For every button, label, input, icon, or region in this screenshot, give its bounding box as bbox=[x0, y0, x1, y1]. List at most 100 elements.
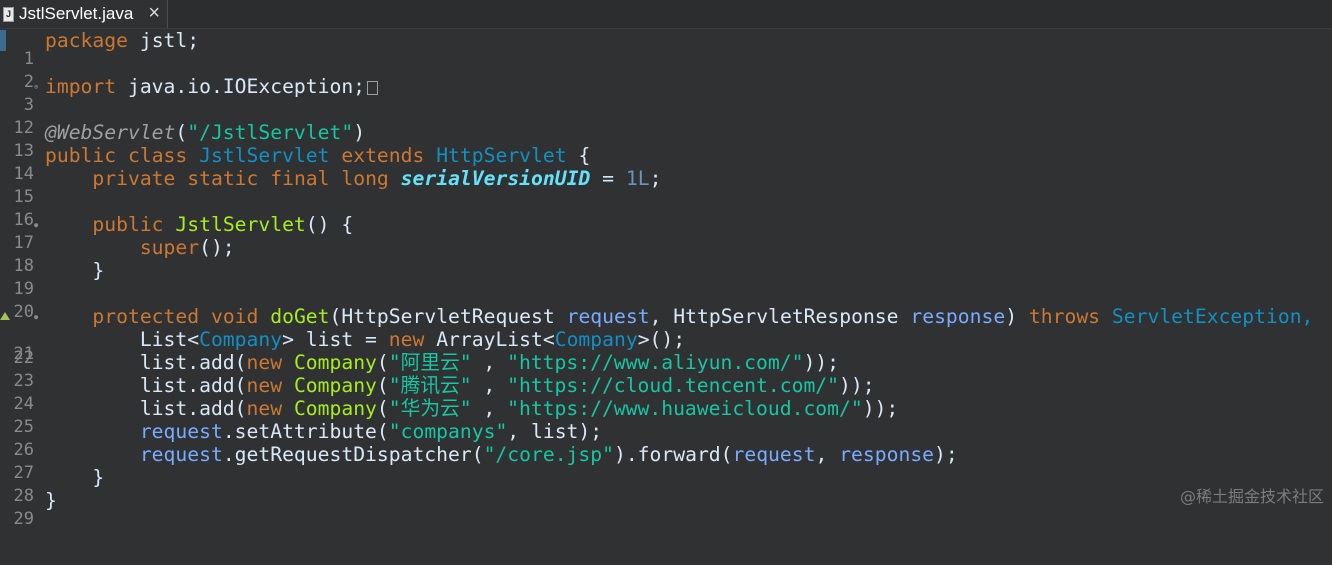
string-literal: "华为云" bbox=[389, 397, 472, 420]
parameter: request bbox=[140, 420, 223, 443]
number-literal: 1L bbox=[626, 167, 650, 190]
keyword-package: package bbox=[45, 29, 128, 52]
class-name: Company bbox=[555, 328, 638, 351]
code-line: 27 request.getRequestDispatcher("/core.j… bbox=[0, 443, 1332, 466]
parameter: request bbox=[567, 305, 650, 328]
punctuation: )); bbox=[803, 351, 839, 374]
editor-tab-bar: J JstlServlet.java × bbox=[0, 0, 1332, 29]
override-marker-icon[interactable] bbox=[0, 312, 10, 320]
code-editor[interactable]: 1 package jstl; 2 3 ⊕ import java.io.IOE… bbox=[0, 29, 1332, 513]
collapsed-imports-icon[interactable] bbox=[367, 81, 378, 95]
collapse-fold-icon[interactable]: ● bbox=[34, 222, 38, 229]
keyword: throws bbox=[1029, 305, 1100, 328]
paren: ( bbox=[377, 397, 389, 420]
collapse-fold-icon[interactable]: ● bbox=[34, 314, 38, 321]
keyword: super bbox=[140, 236, 199, 259]
comma: , bbox=[472, 397, 508, 420]
code-line: 28 } bbox=[0, 466, 1332, 489]
code-line: 14 public class JstlServlet extends Http… bbox=[0, 144, 1332, 167]
keyword: final bbox=[270, 167, 329, 190]
parameter: request bbox=[733, 443, 816, 466]
type-name: List< bbox=[140, 328, 199, 351]
paren: ) bbox=[1005, 305, 1017, 328]
keyword: private bbox=[92, 167, 175, 190]
expand-fold-icon[interactable]: ⊕ bbox=[34, 84, 38, 91]
tab-jstlservlet-java[interactable]: J JstlServlet.java × bbox=[0, 0, 168, 28]
watermark: @稀土掘金技术社区 bbox=[1180, 483, 1324, 507]
code-line: 20 bbox=[0, 282, 1332, 305]
code-line: 2 bbox=[0, 52, 1332, 75]
keyword: static bbox=[187, 167, 258, 190]
code-line: 13 @WebServlet("/JstlServlet") bbox=[0, 121, 1332, 144]
method-call: ).forward( bbox=[614, 443, 733, 466]
class-name: ServletException, bbox=[1112, 305, 1314, 328]
keyword: new bbox=[247, 397, 283, 420]
type-name: HttpServletRequest bbox=[341, 305, 554, 328]
keyword: long bbox=[341, 167, 388, 190]
punctuation: >(); bbox=[638, 328, 685, 351]
method-call: list.add( bbox=[140, 351, 247, 374]
keyword: protected bbox=[92, 305, 199, 328]
string-literal: "https://www.aliyun.com/" bbox=[507, 351, 803, 374]
constructor-call: Company bbox=[294, 397, 377, 420]
operator: = bbox=[590, 167, 626, 190]
tab-title: JstlServlet.java bbox=[19, 4, 133, 24]
code-line: 17 ● public JstlServlet() { bbox=[0, 213, 1332, 236]
class-name: Company bbox=[199, 328, 282, 351]
method-call: list.add( bbox=[140, 374, 247, 397]
code-line: 1 package jstl; bbox=[0, 29, 1332, 52]
class-name: HttpServlet bbox=[436, 144, 566, 167]
keyword: new bbox=[247, 374, 283, 397]
method-call: list.add( bbox=[140, 397, 247, 420]
code-line: 12 bbox=[0, 98, 1332, 121]
type-name: ArrayList< bbox=[436, 328, 555, 351]
paren: ( bbox=[175, 121, 187, 144]
keyword: public bbox=[92, 213, 163, 236]
comma: , bbox=[472, 374, 508, 397]
punctuation: )); bbox=[839, 374, 875, 397]
method-call: .setAttribute( bbox=[223, 420, 389, 443]
string-literal: "https://cloud.tencent.com/" bbox=[507, 374, 839, 397]
paren: ) bbox=[353, 121, 365, 144]
code-line: 19 } bbox=[0, 259, 1332, 282]
code-line: 15 private static final long serialVersi… bbox=[0, 167, 1332, 190]
code-line: 18 super(); bbox=[0, 236, 1332, 259]
parameter: response bbox=[839, 443, 934, 466]
brace: { bbox=[567, 144, 591, 167]
paren: ( bbox=[377, 351, 389, 374]
punctuation: ); bbox=[934, 443, 958, 466]
method-name: doGet bbox=[270, 305, 329, 328]
java-file-icon: J bbox=[3, 7, 14, 22]
comma: , bbox=[472, 351, 508, 374]
code-line: 26 request.setAttribute("companys", list… bbox=[0, 420, 1332, 443]
close-tab-icon[interactable]: × bbox=[148, 3, 160, 23]
constructor-name: JstlServlet bbox=[175, 213, 305, 236]
keyword: new bbox=[389, 328, 425, 351]
parameter: response bbox=[910, 305, 1005, 328]
string-literal: "https://www.huaweicloud.com/" bbox=[507, 397, 863, 420]
code-line: 21 ● protected void doGet(HttpServletReq… bbox=[0, 305, 1332, 328]
brace: } bbox=[92, 466, 104, 489]
code-line: 22 List<Company> list = new ArrayList<Co… bbox=[0, 328, 1332, 351]
constructor-call: Company bbox=[294, 374, 377, 397]
argument: , list); bbox=[507, 420, 602, 443]
code-line: 23 list.add(new Company("阿里云" , "https:/… bbox=[0, 351, 1332, 374]
keyword: class bbox=[128, 144, 187, 167]
line-number: 29 bbox=[6, 508, 34, 531]
parens: () { bbox=[306, 213, 353, 236]
parameter: request bbox=[140, 443, 223, 466]
paren: ( bbox=[377, 374, 389, 397]
annotation: @WebServlet bbox=[45, 121, 175, 144]
method-call: .getRequestDispatcher( bbox=[223, 443, 484, 466]
code-line: 25 list.add(new Company("华为云" , "https:/… bbox=[0, 397, 1332, 420]
keyword: new bbox=[247, 351, 283, 374]
keyword: extends bbox=[341, 144, 424, 167]
type-name: HttpServletResponse bbox=[673, 305, 898, 328]
code-line: 29 } bbox=[0, 489, 1332, 512]
code-line: 16 bbox=[0, 190, 1332, 213]
code-line: 3 ⊕ import java.io.IOException; bbox=[0, 75, 1332, 98]
comma: , bbox=[815, 443, 839, 466]
constructor-call: Company bbox=[294, 351, 377, 374]
string-literal: "阿里云" bbox=[389, 351, 472, 374]
string-literal: "腾讯云" bbox=[389, 374, 472, 397]
